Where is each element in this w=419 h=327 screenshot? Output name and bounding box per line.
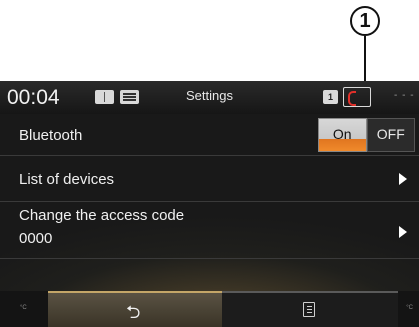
bottom-bar: °C ⮌ °C: [0, 291, 419, 327]
callout-number: 1: [359, 9, 371, 32]
list-of-devices-row[interactable]: List of devices: [0, 156, 419, 202]
phone-icon[interactable]: [343, 87, 371, 107]
temperature-unit-right: °C: [406, 305, 413, 311]
menu-button[interactable]: [222, 291, 398, 327]
back-button[interactable]: ⮌: [48, 291, 222, 327]
bluetooth-on-button[interactable]: On: [318, 118, 367, 152]
back-icon: ⮌: [126, 302, 141, 322]
callout-marker: 1: [350, 6, 380, 36]
bluetooth-toggle[interactable]: On OFF: [318, 118, 415, 152]
notification-badge: 1: [323, 90, 338, 104]
infotainment-screen: 00:04 Settings 1 - - - Bluetooth On OFF …: [0, 81, 419, 327]
temperature-unit-left: °C: [20, 305, 27, 311]
bluetooth-row: Bluetooth On OFF: [0, 114, 419, 156]
chevron-right-icon: [399, 226, 407, 238]
access-code-label: Change the access code: [19, 207, 185, 224]
signal-icon: - - -: [394, 90, 415, 101]
header-bar: 00:04 Settings 1 - - -: [0, 81, 419, 114]
list-of-devices-label: List of devices: [19, 171, 115, 188]
list-icon: [303, 302, 315, 317]
access-code-value: 0000: [19, 230, 53, 247]
bluetooth-off-button[interactable]: OFF: [366, 118, 415, 152]
chevron-right-icon: [399, 173, 407, 185]
access-code-row[interactable]: Change the access code 0000: [0, 202, 419, 259]
bluetooth-label: Bluetooth: [19, 127, 83, 144]
